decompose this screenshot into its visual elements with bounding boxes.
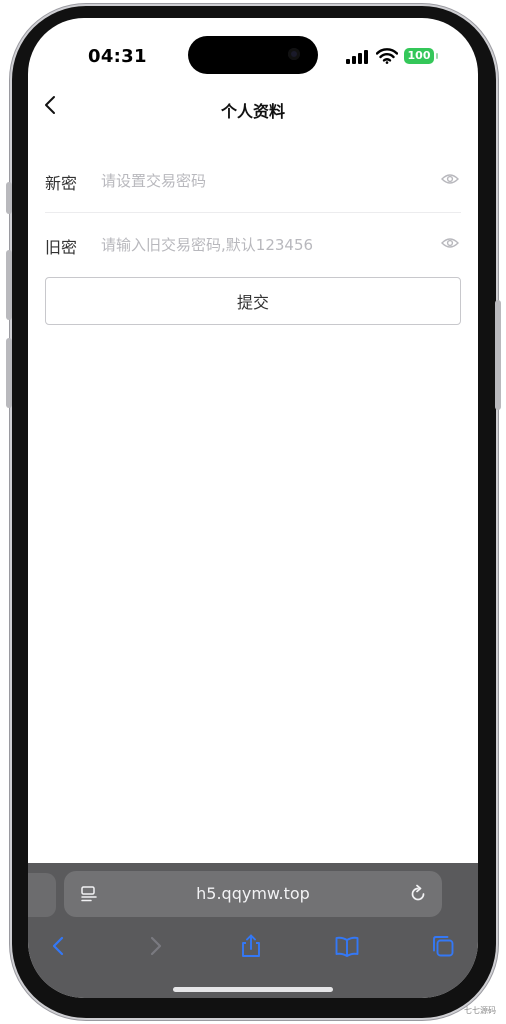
old-password-input[interactable]: [99, 226, 423, 264]
cellular-signal-icon: [346, 50, 368, 64]
dynamic-island: [188, 36, 318, 74]
battery-indicator: 100: [404, 48, 438, 64]
address-bar[interactable]: h5.qqymw.top: [64, 871, 442, 917]
new-password-label: 新密: [45, 174, 78, 193]
status-time: 04:31: [88, 46, 147, 67]
back-icon[interactable]: [46, 933, 72, 959]
new-password-row: 新密: [45, 148, 461, 212]
share-icon[interactable]: [238, 933, 264, 959]
submit-button[interactable]: 提交: [45, 277, 461, 325]
old-password-label: 旧密: [45, 238, 78, 257]
volume-down-button: [6, 338, 12, 408]
tabs-icon[interactable]: [430, 933, 456, 959]
previous-tab-preview[interactable]: [28, 873, 56, 917]
eye-icon[interactable]: [441, 172, 459, 186]
page-title: 个人资料: [220, 102, 285, 121]
url-text: h5.qqymw.top: [196, 884, 310, 903]
browser-toolbar: h5.qqymw.top: [28, 863, 478, 998]
bookmarks-icon[interactable]: [334, 933, 360, 959]
volume-up-button: [6, 250, 12, 320]
power-button: [495, 300, 501, 410]
home-indicator: [173, 987, 333, 992]
action-button: [6, 182, 12, 214]
new-password-input[interactable]: [99, 162, 423, 200]
forward-icon[interactable]: [142, 933, 168, 959]
camera-icon: [288, 48, 300, 60]
old-password-row: 旧密: [45, 212, 461, 276]
reload-icon[interactable]: [408, 884, 428, 904]
eye-icon[interactable]: [441, 236, 459, 250]
watermark: 七七源码: [464, 1006, 496, 1015]
wifi-icon: [376, 48, 398, 64]
screen: 04:31 100 个人资料 新密 旧密 提交 h5.qqymw.top: [28, 18, 478, 998]
